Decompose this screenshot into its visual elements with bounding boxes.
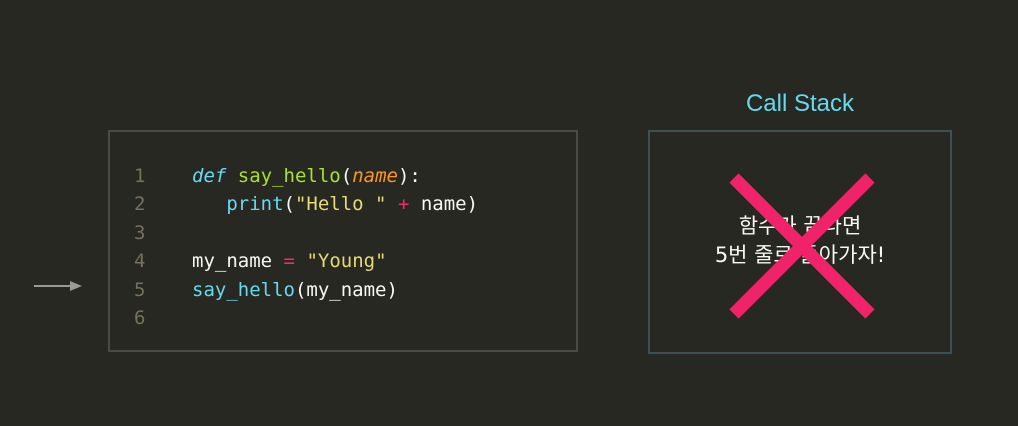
- paren-open: (: [294, 278, 307, 301]
- code-line-2: 2 print("Hello " + name): [134, 190, 478, 218]
- string-literal: "Young": [306, 250, 387, 273]
- parameter: name: [352, 165, 398, 187]
- cross-out-icon: [729, 173, 875, 319]
- paren-open: (: [340, 165, 353, 187]
- operator-plus: +: [397, 193, 410, 216]
- call-stack-panel: 함수가 끝나면 5번 줄로 돌아가자!: [648, 130, 952, 354]
- code-editor-panel: 1 def say_hello(name): 2 print("Hello " +…: [108, 130, 578, 352]
- operator-assign: =: [283, 250, 295, 273]
- paren-close: ): [386, 278, 398, 301]
- line-number: 1: [134, 165, 146, 187]
- line-number: 5: [134, 278, 146, 301]
- builtin-print: print: [226, 193, 284, 216]
- code-block: 1 def say_hello(name): 2 print("Hello " +…: [134, 162, 478, 332]
- identifier: name: [420, 193, 467, 216]
- code-line-1: 1 def say_hello(name):: [134, 162, 478, 190]
- identifier: my_name: [306, 278, 387, 301]
- code-line-6: 6: [134, 304, 478, 332]
- string-literal: "Hello ": [294, 193, 387, 216]
- keyword-def: def: [192, 165, 227, 187]
- current-line-arrow-icon: [34, 281, 82, 291]
- code-line-3: 3: [134, 219, 478, 247]
- call-stack-title: Call Stack: [745, 90, 855, 117]
- line-number: 6: [134, 306, 146, 329]
- line-number: 4: [134, 250, 146, 273]
- paren-close: ):: [397, 165, 421, 187]
- function-name: say_hello: [237, 165, 341, 187]
- function-call: say_hello: [192, 278, 295, 301]
- paren-open: (: [283, 193, 295, 216]
- line-number: 2: [134, 193, 146, 216]
- code-line-4: 4 my_name = "Young": [134, 247, 478, 275]
- code-line-5: 5 say_hello(my_name): [134, 276, 478, 304]
- identifier: my_name: [192, 250, 273, 273]
- line-number: 3: [134, 221, 146, 244]
- paren-close: ): [466, 193, 479, 216]
